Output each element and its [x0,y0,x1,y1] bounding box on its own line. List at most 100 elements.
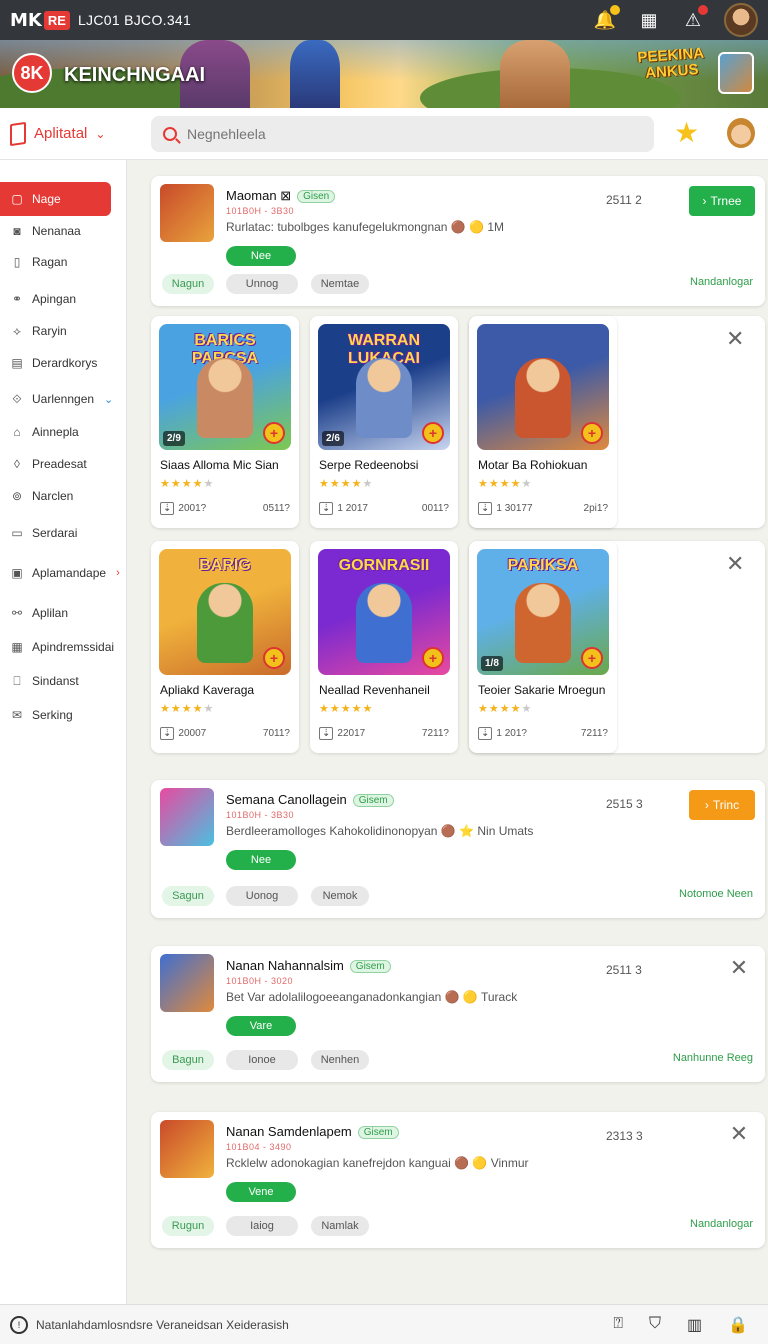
sidebar-item[interactable]: ⎕ Sindanst [0,664,127,698]
shield-icon[interactable]: ⛉ [649,1315,661,1335]
sidebar-item-icon: ⊚ [11,489,23,503]
calendar-icon[interactable]: ▦ [636,7,662,33]
filter-chip[interactable]: Nemok [311,886,369,906]
sidebar-item[interactable]: ▣ Aplamandape › [0,556,127,590]
game-title: Apliakd Kaveraga [160,683,255,697]
sidebar-item[interactable]: ⟐ Uarlenngen ⌄ [0,382,127,416]
app-thumbnail[interactable] [160,954,214,1012]
app-title[interactable]: Nanan Nahannalsim Gisem [226,958,391,973]
sidebar-item[interactable]: ◊ Preadesat [0,447,127,481]
avatar[interactable] [724,3,758,37]
card-link[interactable]: Nandanlogar [690,1218,753,1230]
action-button[interactable]: › Trnee [689,186,755,216]
game-character-icon [197,583,253,663]
game-cover[interactable]: BARIG + [159,549,291,675]
info-icon[interactable]: ! [10,1315,28,1334]
brand-logo: 8K [12,53,52,93]
app-list-card[interactable]: Semana Canollagein Gisem 101B0H - 3B30 Berd… [151,780,765,918]
close-icon[interactable]: ✕ [726,551,744,577]
sidebar-item[interactable]: ▦ Apindremssidai [0,630,127,664]
filter-chip[interactable]: Iaiog [226,1216,298,1236]
sidebar-item[interactable]: ▭ Serdarai [0,516,127,550]
app-selector-label: Aplitatal [34,125,88,142]
filter-chip[interactable]: Nagun [162,274,214,294]
alert-icon[interactable]: ⚠ [680,5,708,33]
download-icon: ⇣ [319,502,334,515]
card-link[interactable]: Nanhunne Reeg [673,1052,753,1064]
chevron-icon[interactable]: ⌄ [104,393,113,406]
install-button[interactable]: Vene [226,1182,296,1202]
sidebar-item[interactable]: ⊚ Narclen [0,479,127,513]
download-count-value: 1 201? [496,728,527,739]
lock-icon[interactable]: 🔒 [728,1315,748,1335]
promo-thumbnail[interactable] [718,52,754,94]
filter-chip[interactable]: Rugun [162,1216,214,1236]
search-input[interactable] [187,126,627,142]
help-icon[interactable]: ⍰ [613,1315,623,1335]
search-bar[interactable] [151,116,654,152]
app-thumbnail[interactable] [160,788,214,846]
sidebar-item[interactable]: ⚭ Apingan [0,282,127,316]
game-cover[interactable]: GORNRASII + [318,549,450,675]
game-tile[interactable]: + Motar Ba Rohiokuan ★★★★★ ⇣ 1 30177 2pi1? [469,316,617,528]
game-cover[interactable]: BARICS PARCSA2/9+ [159,324,291,450]
sidebar-item[interactable]: ⚯ Aplilan [0,596,127,630]
sidebar-item[interactable]: ◙ Nenanaa [0,214,127,248]
app-list-card[interactable]: Maoman ⊠ Gisen 101B0H - 3B30 Rurlatac: tubo… [151,176,765,306]
card-link[interactable]: Nandanlogar [690,276,753,288]
filter-chip[interactable]: Sagun [162,886,214,906]
star-icon: ★ [351,703,363,715]
action-button[interactable]: › Trinc [689,790,755,820]
game-tile[interactable]: BARICS PARCSA2/9+Siaas Alloma Mic Sian★★… [151,316,299,528]
game-cover[interactable]: + [477,324,609,450]
hero-banner[interactable]: 8K KEINCHNGAAI PEEKINA ANKUS [0,40,768,108]
sidebar-item[interactable]: ✉ Serking [0,698,127,732]
sidebar-item[interactable]: ▢ Nage [0,182,111,216]
star-icon[interactable]: ★ [674,118,699,148]
filter-chip[interactable]: Unnog [226,274,298,294]
sidebar-item[interactable]: ▯ Ragan [0,245,127,279]
download-icon: ⇣ [319,727,334,740]
sidebar-item[interactable]: ⟡ Raryin [0,314,127,348]
filter-chip[interactable]: Nenhen [311,1050,369,1070]
app-selector[interactable]: Aplitatal ⌄ [10,121,105,146]
app-thumbnail[interactable] [160,184,214,242]
sidebar-item[interactable]: ▤ Derardkorys [0,346,127,380]
game-tile[interactable]: BARIG + Apliakd Kaveraga ★★★★★ ⇣ 20007 7011? [151,541,299,753]
card-link[interactable]: Notomoe Neen [679,888,753,900]
game-cover[interactable]: WARRAN LUKACAI2/6+ [318,324,450,450]
app-logo[interactable]: MK RE [10,10,70,31]
filter-chip[interactable]: Bagun [162,1050,214,1070]
filter-chip[interactable]: Nemtae [311,274,369,294]
close-icon[interactable]: ✕ [728,1123,750,1146]
game-cover[interactable]: PARIKSA 1/8 + [477,549,609,675]
bell-icon[interactable]: 🔔 [592,5,620,33]
game-tile[interactable]: GORNRASII + Neallad Revenhaneil ★★★★★ ⇣ 22017… [310,541,458,753]
close-icon[interactable]: ✕ [728,957,750,980]
filter-chip[interactable]: Namlak [311,1216,369,1236]
app-list-card[interactable]: Nanan Samdenlapem Gisem 101B04 - 3490 Rckle… [151,1112,765,1248]
chevron-icon[interactable]: › [116,567,120,579]
game-tile[interactable]: PARIKSA 1/8 + Teoier Sakarie Mroegun ★★★★★ ⇣ 1… [469,541,617,753]
app-title[interactable]: Nanan Samdenlapem Gisem [226,1124,399,1139]
archive-icon[interactable]: ▥ [687,1315,702,1335]
app-list-card[interactable]: Nanan Nahannalsim Gisem 101B0H - 3020 Bet V… [151,946,765,1082]
app-title[interactable]: Maoman ⊠ Gisen [226,188,336,204]
install-button[interactable]: Nee [226,850,296,870]
sidebar-item[interactable]: ⌂ Ainnepla [0,415,127,449]
sidebar-item-label: Apindremssidai [32,640,115,654]
app-thumbnail[interactable] [160,1120,214,1178]
filter-chip[interactable]: Uonog [226,886,298,906]
sidebar-item-icon: ▦ [11,640,23,654]
user-avatar[interactable] [727,118,755,148]
game-title: Neallad Revenhaneil [319,683,430,697]
install-button[interactable]: Vare [226,1016,296,1036]
app-title[interactable]: Semana Canollagein Gisem [226,792,394,807]
close-icon[interactable]: ✕ [726,326,744,352]
filter-chip[interactable]: Ionoe [226,1050,298,1070]
install-button[interactable]: Nee [226,246,296,266]
game-character-icon [515,583,571,663]
app-description: Rurlatac: tubolbges kanufegelukmongnan 🟤… [226,220,505,234]
game-tile[interactable]: WARRAN LUKACAI2/6+Serpe Redeenobsi★★★★★⇣… [310,316,458,528]
star-icon: ★ [319,703,330,715]
